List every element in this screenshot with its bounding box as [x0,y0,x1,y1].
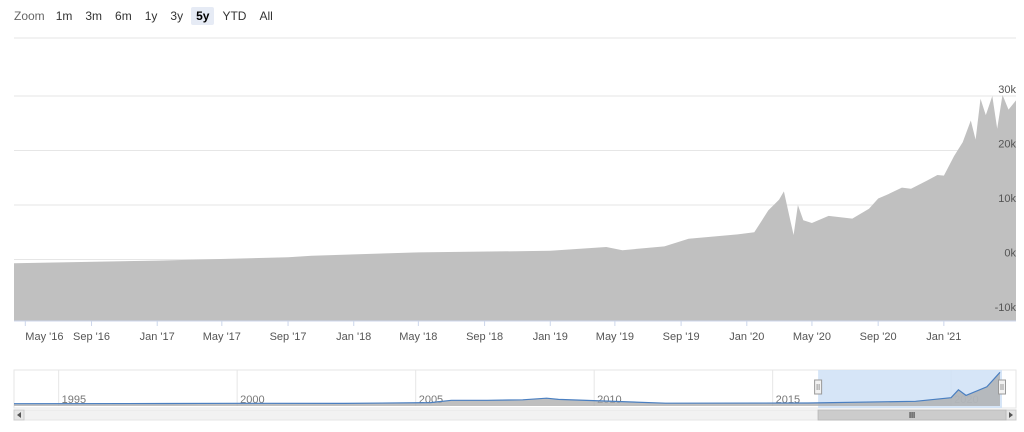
navigator-handle-right[interactable] [998,379,1006,395]
y-tick-label: 0k [1004,248,1016,260]
x-tick-label: Jan '19 [533,331,568,343]
x-tick-label: Sep '18 [466,331,503,343]
x-axis: May '16 Sep '16 Jan '17 May '17 Sep '17 Jan '… [24,321,961,343]
x-tick-label: May '17 [203,331,241,343]
x-tick-label: May '20 [793,331,831,343]
x-tick-label: May '18 [399,331,437,343]
x-tick-label: Jan '17 [140,331,175,343]
navigator[interactable]: 199520002005201020152020 [13,369,1017,409]
scrollbar[interactable] [13,409,1017,421]
y-tick-label: -10k [995,302,1017,314]
y-tick-label: 20k [998,139,1016,151]
handle-body[interactable] [814,379,823,395]
handle-body[interactable] [998,379,1006,395]
x-tick-label: Sep '19 [663,331,700,343]
x-tick-label: Sep '16 [73,331,110,343]
x-tick-label: Jan '20 [729,331,764,343]
x-tick-label: Jan '21 [926,331,961,343]
x-tick-label: Sep '17 [270,331,307,343]
x-tick-label: May '16 [25,331,63,343]
navigator-handle-left[interactable] [814,379,823,395]
price-area [14,94,1016,322]
x-tick-label: Sep '20 [860,331,897,343]
x-tick-label: May '19 [596,331,634,343]
x-tick-label: Jan '18 [336,331,371,343]
y-tick-label: 10k [998,193,1016,205]
stock-chart: -10k0k10k20k30k May '16 Sep '16 Jan '17 May… [13,37,1017,421]
y-tick-label: 30k [998,84,1016,96]
